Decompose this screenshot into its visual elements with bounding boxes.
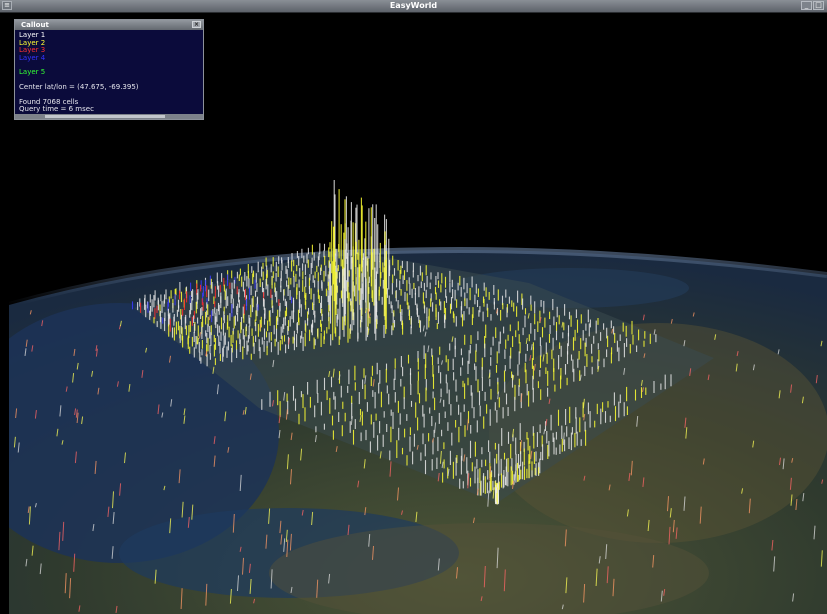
callout-scrollbar-thumb[interactable] — [45, 115, 165, 118]
window-titlebar[interactable]: ≡ EasyWorld _ □ — [0, 0, 827, 13]
callout-scrollbar[interactable] — [15, 114, 203, 119]
layer-5-label: Layer 5 — [19, 68, 46, 77]
layer-3-label: Layer 3 — [19, 46, 46, 55]
callout-title: Callout — [21, 21, 49, 29]
callout-titlebar[interactable]: Callout × — [15, 20, 203, 30]
layer-4-label: Layer 4 — [19, 53, 46, 62]
layer-1-label: Layer 1 — [19, 31, 46, 39]
query-time-text: Query time = 6 msec — [19, 105, 94, 114]
minimize-button[interactable]: _ — [801, 1, 812, 10]
callout-close-button[interactable]: × — [192, 21, 201, 28]
callout-body: Layer 1 Layer 2 Layer 3 Layer 4 Layer 5 … — [15, 30, 203, 116]
callout-panel[interactable]: Callout × Layer 1 Layer 2 Layer 3 Layer … — [14, 19, 204, 120]
maximize-button[interactable]: □ — [813, 1, 824, 10]
layer-2-label: Layer 2 — [19, 38, 46, 47]
center-latlon-text: Center lat/lon = (47.675, -69.395) — [19, 82, 139, 91]
window-title: EasyWorld — [389, 1, 438, 10]
